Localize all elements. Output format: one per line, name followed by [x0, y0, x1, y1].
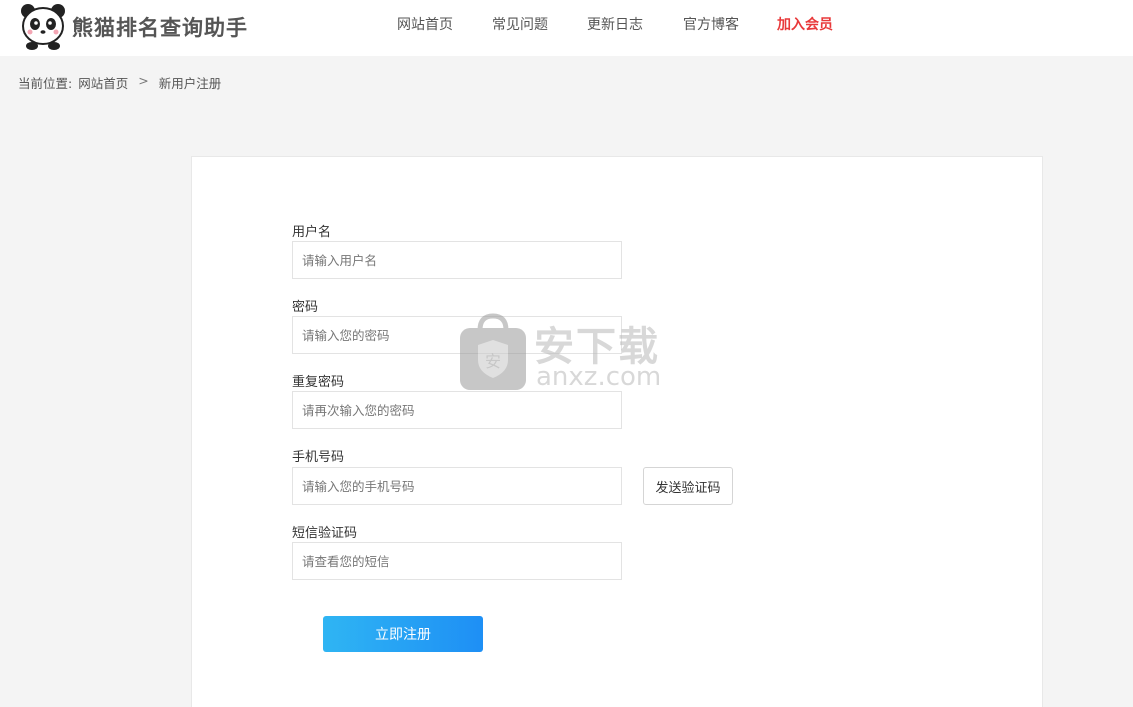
password-input[interactable] — [292, 316, 622, 354]
breadcrumb: 当前位置: 网站首页 > 新用户注册 — [18, 73, 221, 92]
breadcrumb-current: 新用户注册 — [158, 76, 222, 91]
send-code-button[interactable]: 发送验证码 — [643, 467, 733, 505]
nav-changelog[interactable]: 更新日志 — [587, 14, 643, 34]
username-label: 用户名 — [292, 225, 332, 240]
breadcrumb-separator: > — [138, 73, 149, 88]
register-card: 用户名 密码 重复密码 手机号码 发送验证码 短信验证码 立即注册 — [191, 156, 1043, 707]
confirm-password-input[interactable] — [292, 391, 622, 429]
register-submit-button[interactable]: 立即注册 — [323, 616, 483, 652]
main-nav: 网站首页 常见问题 更新日志 官方博客 加入会员 — [0, 14, 1133, 34]
phone-label: 手机号码 — [292, 450, 345, 465]
sms-code-input[interactable] — [292, 542, 622, 580]
breadcrumb-home-link[interactable]: 网站首页 — [78, 73, 128, 92]
confirm-password-label: 重复密码 — [292, 375, 345, 390]
nav-faq[interactable]: 常见问题 — [492, 14, 548, 34]
password-label: 密码 — [292, 300, 319, 315]
nav-blog[interactable]: 官方博客 — [683, 14, 739, 34]
nav-home[interactable]: 网站首页 — [397, 14, 453, 34]
top-header: 熊猫排名查询助手 网站首页 常见问题 更新日志 官方博客 加入会员 — [0, 0, 1133, 56]
username-input[interactable] — [292, 241, 622, 279]
nav-join-vip[interactable]: 加入会员 — [777, 14, 833, 34]
sms-code-label: 短信验证码 — [292, 526, 358, 541]
phone-input[interactable] — [292, 467, 622, 505]
breadcrumb-prefix: 当前位置: — [18, 76, 73, 91]
